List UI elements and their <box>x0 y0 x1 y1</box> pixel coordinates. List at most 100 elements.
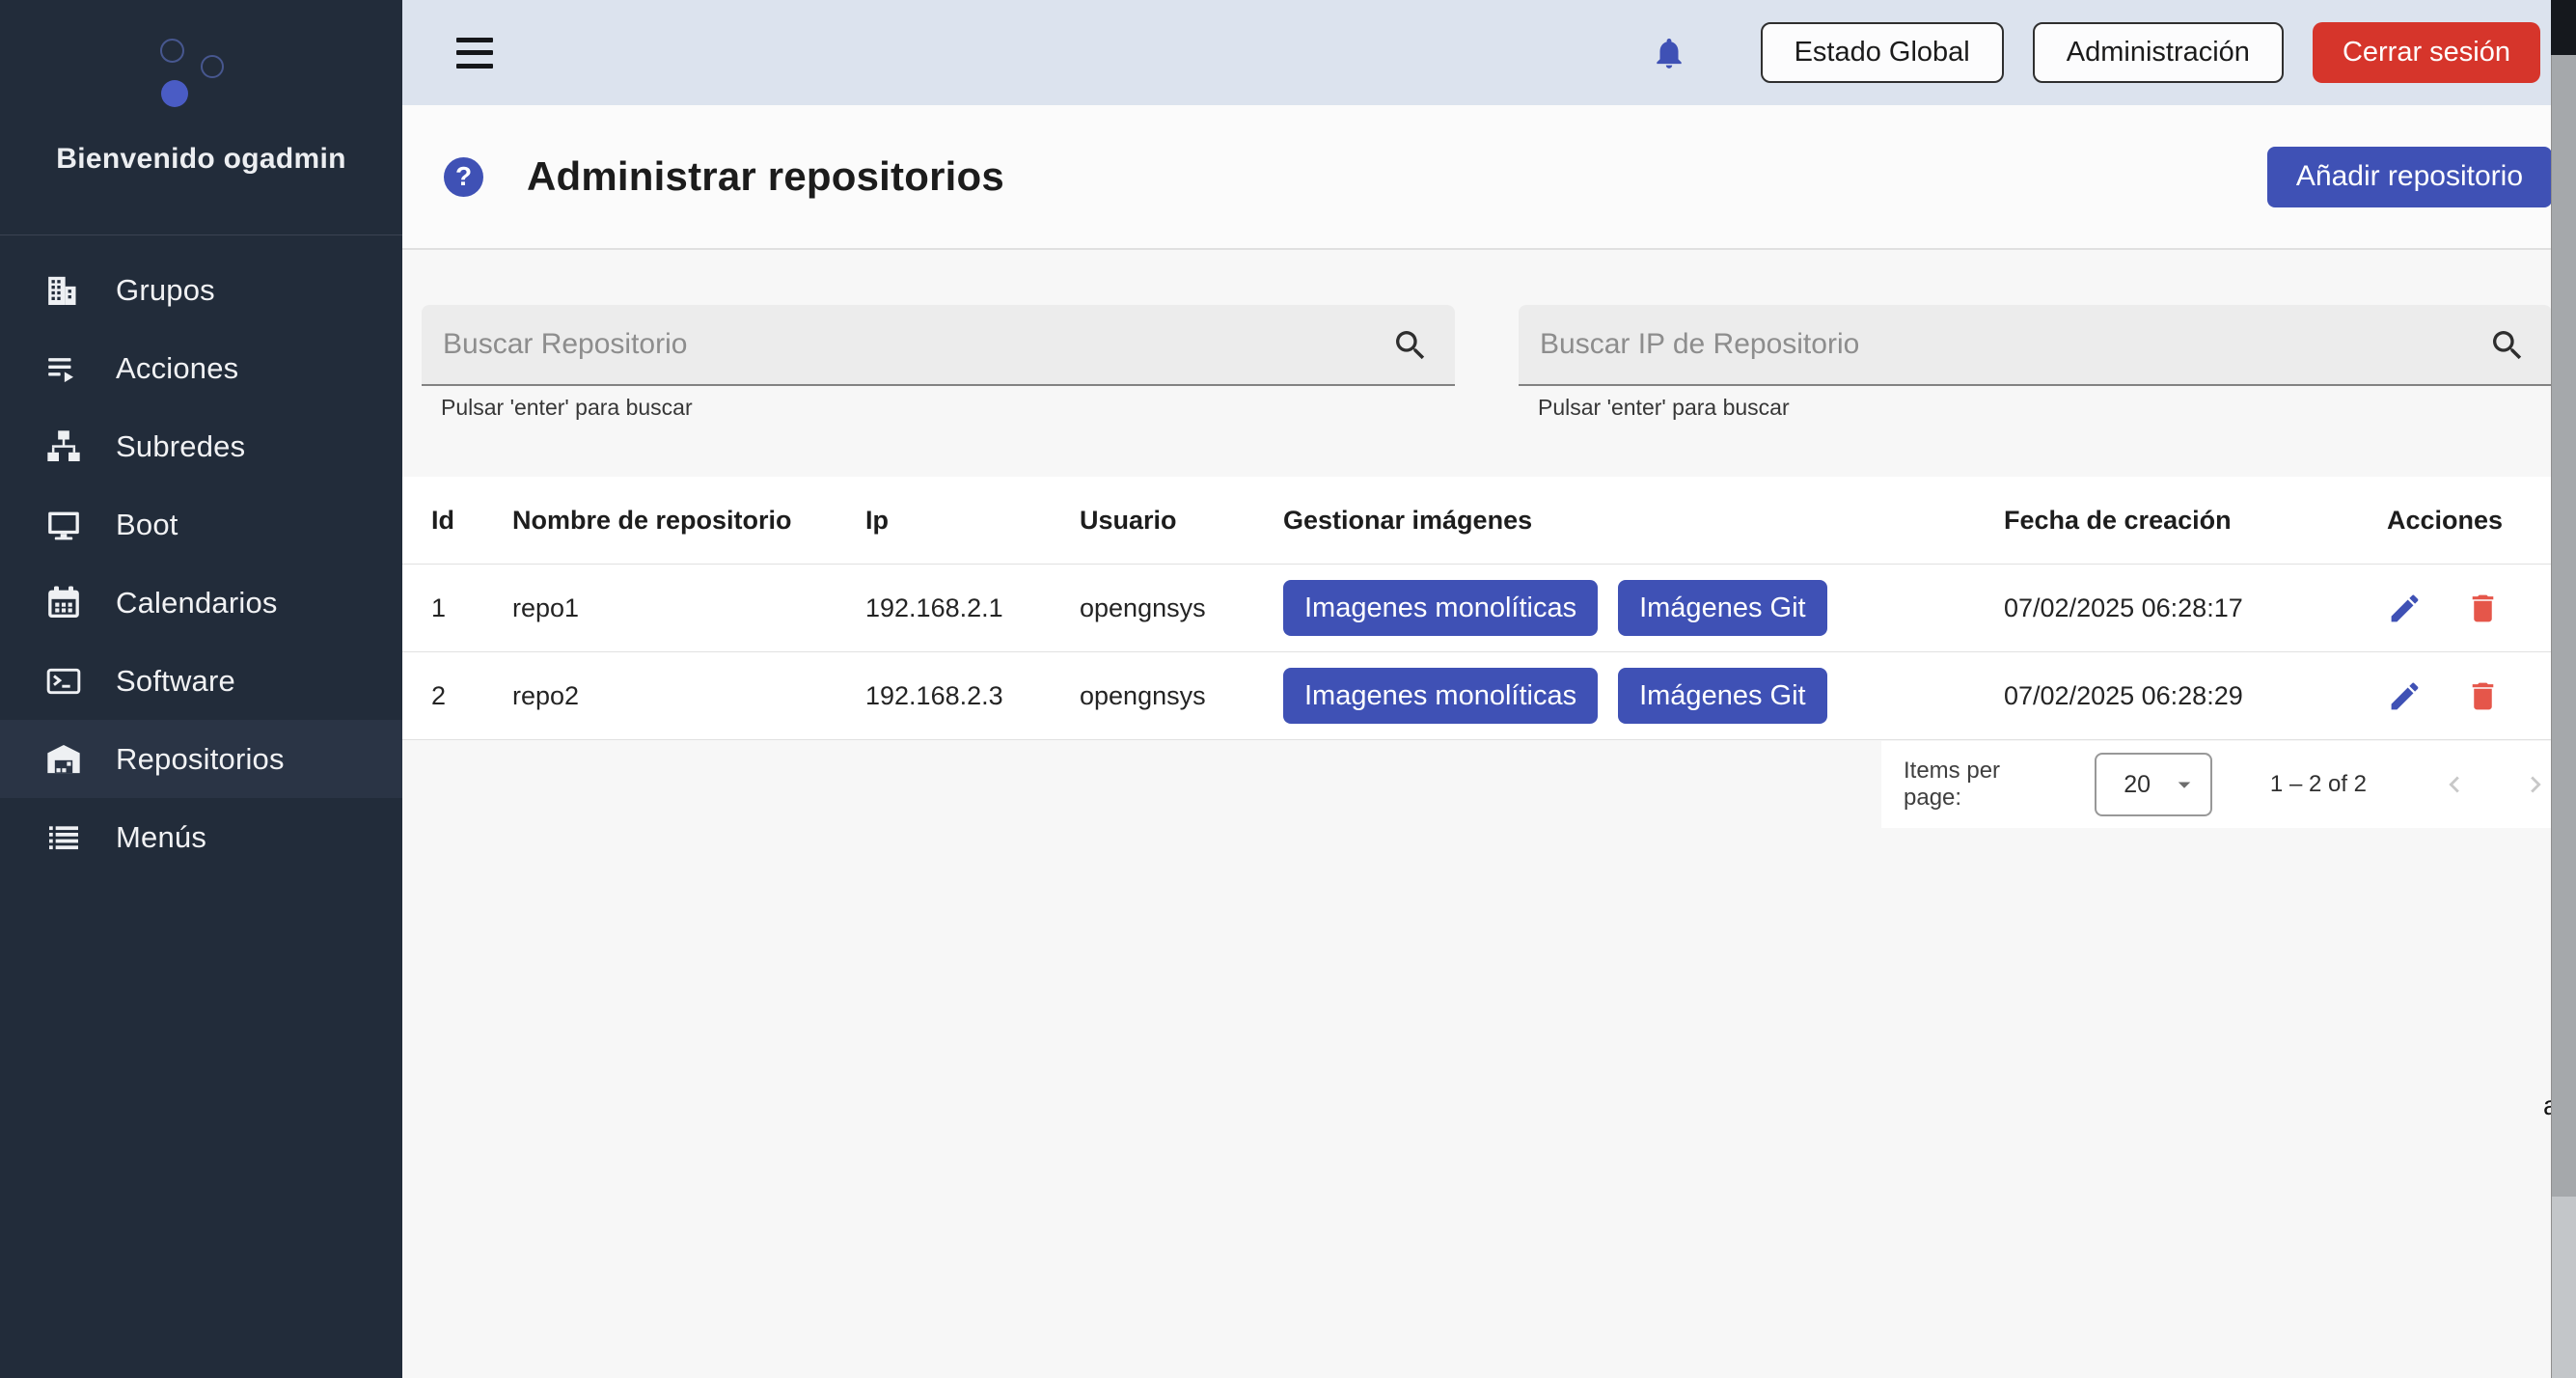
paginator: Items per page: 20 1 – 2 of 2 <box>1881 741 2552 828</box>
notifications-bell-icon[interactable] <box>1651 35 1687 71</box>
estado-global-button[interactable]: Estado Global <box>1761 22 2004 83</box>
ip-search-field: Pulsar 'enter' para buscar <box>1519 305 2552 421</box>
search-ip-input[interactable] <box>1519 305 2552 384</box>
cell-name: repo1 <box>512 593 865 623</box>
sidebar-item-label: Software <box>116 664 235 699</box>
search-row: Pulsar 'enter' para buscar Pulsar 'enter… <box>422 305 2552 421</box>
vertical-scrollbar[interactable] <box>2551 0 2576 1378</box>
scrollbar-top-cap <box>2551 0 2576 55</box>
logout-button[interactable]: Cerrar sesión <box>2313 22 2540 83</box>
column-header-actions: Acciones <box>2344 506 2552 536</box>
calendar-icon <box>44 584 83 622</box>
cell-created: 07/02/2025 06:28:29 <box>1978 681 2344 711</box>
scrollbar-thumb[interactable] <box>2552 55 2576 1197</box>
sidebar-item-label: Grupos <box>116 273 215 308</box>
sidebar-item-subredes[interactable]: Subredes <box>0 407 402 485</box>
terminal-icon <box>44 662 83 701</box>
sidebar-item-label: Calendarios <box>116 586 278 620</box>
app-window: Bienvenido ogadmin Grupos Acciones <box>0 0 2576 1378</box>
cell-id: 2 <box>431 681 512 711</box>
page-title: Administrar repositorios <box>527 153 1004 200</box>
add-repository-button[interactable]: Añadir repositorio <box>2267 147 2552 207</box>
welcome-text: Bienvenido ogadmin <box>0 143 402 176</box>
table-row: 1 repo1 192.168.2.1 opengnsys Imagenes m… <box>402 565 2552 652</box>
sidebar-item-label: Boot <box>116 508 178 542</box>
topbar: Estado Global Administración Cerrar sesi… <box>402 0 2576 105</box>
page-size-select[interactable]: 20 <box>2095 753 2212 816</box>
logo-circle-outline-1 <box>160 39 184 63</box>
playlist-actions-icon <box>44 349 83 388</box>
menu-toggle-button[interactable] <box>456 38 495 69</box>
sidebar-item-software[interactable]: Software <box>0 642 402 720</box>
sidebar-item-calendarios[interactable]: Calendarios <box>0 564 402 642</box>
column-header-ip: Ip <box>865 506 1080 536</box>
sidebar-item-repositorios[interactable]: Repositorios <box>0 720 402 798</box>
git-images-button[interactable]: Imágenes Git <box>1618 668 1826 724</box>
column-header-name: Nombre de repositorio <box>512 506 865 536</box>
sidebar-item-label: Acciones <box>116 351 238 386</box>
search-hint: Pulsar 'enter' para buscar <box>1538 395 2552 421</box>
cell-ip: 192.168.2.1 <box>865 593 1080 623</box>
search-repository-input[interactable] <box>422 305 1455 384</box>
chevron-right-icon <box>2519 768 2552 801</box>
warehouse-icon <box>44 740 83 779</box>
column-header-created: Fecha de creación <box>1978 506 2344 536</box>
sidebar-item-grupos[interactable]: Grupos <box>0 251 402 329</box>
page-range-label: 1 – 2 of 2 <box>2270 771 2367 798</box>
main-content: Pulsar 'enter' para buscar Pulsar 'enter… <box>402 252 2576 1378</box>
next-page-button[interactable] <box>2519 768 2552 801</box>
sidebar-item-acciones[interactable]: Acciones <box>0 329 402 407</box>
trash-icon <box>2465 678 2501 714</box>
git-images-button[interactable]: Imágenes Git <box>1618 580 1826 636</box>
previous-page-button[interactable] <box>2438 768 2471 801</box>
edit-button[interactable] <box>2387 678 2423 714</box>
sidebar-menu: Grupos Acciones Subredes Boot <box>0 251 402 876</box>
delete-button[interactable] <box>2465 591 2501 626</box>
column-header-id: Id <box>431 506 512 536</box>
column-header-user: Usuario <box>1080 506 1283 536</box>
monolithic-images-button[interactable]: Imagenes monolíticas <box>1283 668 1598 724</box>
app-logo: Bienvenido ogadmin <box>0 0 402 234</box>
administracion-button[interactable]: Administración <box>2033 22 2284 83</box>
pencil-icon <box>2387 678 2423 714</box>
table-header-row: Id Nombre de repositorio Ip Usuario Gest… <box>402 477 2552 565</box>
cell-id: 1 <box>431 593 512 623</box>
sidebar-item-label: Repositorios <box>116 742 285 777</box>
sidebar-item-menus[interactable]: Menús <box>0 798 402 876</box>
page-header: ? Administrar repositorios Añadir reposi… <box>402 105 2576 250</box>
repository-search-field: Pulsar 'enter' para buscar <box>422 305 1455 421</box>
subnet-lan-icon <box>44 427 83 466</box>
pencil-icon <box>2387 591 2423 626</box>
help-icon[interactable]: ? <box>444 157 483 197</box>
items-per-page-label: Items per page: <box>1904 758 2062 812</box>
logo-circle-filled <box>161 80 188 107</box>
trash-icon <box>2465 591 2501 626</box>
sidebar-divider <box>0 234 402 235</box>
buildings-icon <box>44 271 83 310</box>
chevron-down-icon <box>2170 770 2199 799</box>
sidebar-item-boot[interactable]: Boot <box>0 485 402 564</box>
delete-button[interactable] <box>2465 678 2501 714</box>
monitor-icon <box>44 506 83 544</box>
table-row: 2 repo2 192.168.2.3 opengnsys Imagenes m… <box>402 652 2552 740</box>
column-header-manage-images: Gestionar imágenes <box>1283 506 1978 536</box>
cell-name: repo2 <box>512 681 865 711</box>
cell-user: opengnsys <box>1080 681 1283 711</box>
edit-button[interactable] <box>2387 591 2423 626</box>
monolithic-images-button[interactable]: Imagenes monolíticas <box>1283 580 1598 636</box>
repositories-table: Id Nombre de repositorio Ip Usuario Gest… <box>402 477 2552 740</box>
search-icon[interactable] <box>2488 326 2527 365</box>
chevron-left-icon <box>2438 768 2471 801</box>
search-icon[interactable] <box>1391 326 1430 365</box>
sidebar-item-label: Subredes <box>116 429 245 464</box>
sidebar-item-label: Menús <box>116 820 206 855</box>
page-size-value: 20 <box>2124 771 2151 799</box>
cell-created: 07/02/2025 06:28:17 <box>1978 593 2344 623</box>
logo-circle-outline-2 <box>201 55 224 78</box>
sidebar: Bienvenido ogadmin Grupos Acciones <box>0 0 402 1378</box>
cell-user: opengnsys <box>1080 593 1283 623</box>
cell-ip: 192.168.2.3 <box>865 681 1080 711</box>
search-hint: Pulsar 'enter' para buscar <box>441 395 1455 421</box>
list-icon <box>44 818 83 857</box>
hamburger-icon <box>456 38 493 42</box>
